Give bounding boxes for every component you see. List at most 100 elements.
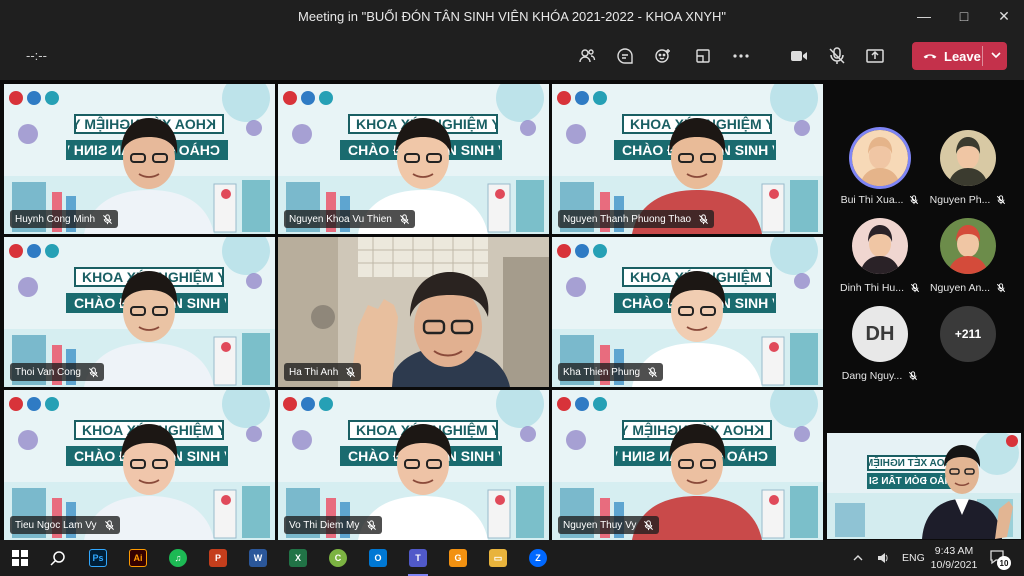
meeting-timer: --:-- — [26, 48, 47, 63]
outlook-icon[interactable]: O — [366, 546, 390, 570]
avatar-initials: DH — [852, 306, 908, 362]
leave-divider — [982, 46, 983, 66]
tray-chevron-icon[interactable] — [852, 540, 864, 576]
participant-name: Ha Thi Anh — [289, 366, 339, 378]
close-icon[interactable]: ✕ — [984, 0, 1024, 32]
avatar — [940, 218, 996, 274]
leave-button[interactable]: Leave — [912, 42, 1007, 70]
windows-taskbar: Ps Ai ♫ P W X C O T G ▭ Z ENG 9:43 AM 10/9/2021 10 — [0, 540, 1024, 576]
self-view: KHOA XÉT NGHIỆM Y HỌC CHÀO ĐÓN TÂN SINH … — [827, 433, 1021, 539]
roster-participant[interactable]: Nguyen An... — [928, 218, 1008, 294]
participant-name-tag: Nguyen Thanh Phuong Thao — [558, 210, 715, 228]
mic-off-icon — [910, 195, 919, 205]
teams-icon[interactable]: T — [406, 546, 430, 576]
participant-name: Huynh Cong Minh — [15, 213, 96, 225]
coccoc-icon[interactable]: C — [326, 546, 350, 570]
participant-name-tag: Thoi Van Cong — [10, 363, 104, 381]
participant-name: Nguyen Thuy Vy — [563, 519, 637, 531]
mic-off-icon — [367, 519, 377, 530]
participant-name: Nguyen Khoa Vu Thien — [289, 213, 392, 225]
roster-name: Dang Nguy... — [841, 370, 903, 382]
roster-name-row: Bui Thi Xua... — [840, 194, 920, 206]
clock-date: 10/9/2021 — [930, 559, 978, 571]
reactions-icon[interactable] — [650, 44, 676, 68]
notification-count: 10 — [997, 556, 1011, 570]
roster-participant[interactable]: Bui Thi Xua... — [840, 130, 920, 206]
mic-off-icon — [996, 283, 1006, 293]
powerpoint-icon[interactable]: P — [206, 546, 230, 570]
mic-off-icon — [103, 213, 113, 224]
video-tile[interactable]: KHOA XÉT NGHIỆM Y HỌCCHÀO ĐÓN TÂN SINH V… — [4, 237, 275, 387]
mic-off-icon[interactable] — [824, 44, 850, 68]
chevron-down-icon[interactable] — [989, 48, 1003, 62]
mic-off-icon — [909, 371, 918, 381]
foxit-icon[interactable]: G — [446, 546, 470, 570]
video-tile[interactable]: KHOA XÉT NGHIỆM Y HỌCCHÀO ĐÓN TÂN SINH V… — [552, 84, 823, 234]
taskbar-clock[interactable]: 9:43 AM 10/9/2021 — [928, 544, 980, 572]
participant-name: Nguyen Thanh Phuong Thao — [563, 213, 692, 225]
participant-name: Tieu Ngoc Lam Vy — [15, 519, 97, 531]
mic-off-icon — [104, 519, 114, 530]
video-tile[interactable]: KHOA XÉT NGHIỆM Y HỌCCHÀO ĐÓN TÂN SINH V… — [4, 390, 275, 540]
illustrator-icon[interactable]: Ai — [126, 546, 150, 570]
video-tile[interactable]: KHOA XÉT NGHIỆM Y HỌCCHÀO ĐÓN TÂN SINH V… — [4, 84, 275, 234]
roster-participant[interactable]: DH Dang Nguy... — [840, 306, 920, 382]
video-tile[interactable]: KHOA XÉT NGHIỆM Y HỌCCHÀO ĐÓN TÂN SINH V… — [278, 390, 549, 540]
avatar — [940, 130, 996, 186]
mic-off-icon — [699, 213, 709, 224]
more-icon[interactable] — [728, 44, 754, 68]
participant-name: Thoi Van Cong — [15, 366, 81, 378]
roster-name: Bui Thi Xua... — [840, 194, 904, 206]
excel-icon[interactable]: X — [286, 546, 310, 570]
video-tile[interactable]: KHOA XÉT NGHIỆM Y HỌCCHÀO ĐÓN TÂN SINH V… — [552, 237, 823, 387]
participant-name: Kha Thien Phung — [563, 366, 641, 378]
roster-name: Nguyen An... — [929, 282, 991, 294]
mic-off-icon — [399, 213, 409, 224]
avatar — [852, 130, 908, 186]
mic-off-icon — [648, 366, 658, 377]
share-screen-icon[interactable] — [862, 44, 888, 68]
roster-name-row: Dang Nguy... — [840, 370, 920, 382]
clock-time: 9:43 AM — [934, 545, 974, 557]
notifications-icon[interactable]: 10 — [988, 548, 1011, 570]
chat-icon[interactable] — [612, 44, 638, 68]
mic-off-icon — [88, 366, 98, 377]
camera-icon[interactable] — [786, 44, 812, 68]
roster-name: Nguyen Ph... — [929, 194, 991, 206]
search-icon[interactable] — [46, 546, 70, 570]
video-tile[interactable]: KHOA XÉT NGHIỆM Y HỌCCHÀO ĐÓN TÂN SINH V… — [552, 390, 823, 540]
self-view-person — [922, 445, 1013, 539]
minimize-icon[interactable]: — — [904, 0, 944, 32]
video-stage: KHOA XÉT NGHIỆM Y HỌCCHÀO ĐÓN TÂN SINH V… — [0, 80, 1024, 540]
share-tray-icon[interactable] — [690, 44, 716, 68]
window-title: Meeting in "BUỔI ĐÓN TÂN SINH VIÊN KHÓA … — [297, 8, 727, 24]
title-bar: Meeting in "BUỔI ĐÓN TÂN SINH VIÊN KHÓA … — [0, 0, 1024, 32]
maximize-icon[interactable]: □ — [944, 0, 984, 32]
people-icon[interactable] — [574, 44, 600, 68]
hang-up-icon — [923, 54, 937, 59]
spotify-icon[interactable]: ♫ — [166, 546, 190, 570]
file-explorer-icon[interactable]: ▭ — [486, 546, 510, 570]
participant-name-tag: Vo Thi Diem My — [284, 516, 383, 534]
roster-participant[interactable]: Dinh Thi Hu... — [840, 218, 920, 294]
language-indicator[interactable]: ENG — [902, 540, 925, 576]
video-tile[interactable]: KHOA XÉT NGHIỆM Y HỌCCHÀO ĐÓN TÂN SINH V… — [278, 84, 549, 234]
window-controls: — □ ✕ — [904, 0, 1024, 32]
leave-label: Leave — [944, 48, 981, 64]
avatar — [852, 218, 908, 274]
word-icon[interactable]: W — [246, 546, 270, 570]
roster-name-row: Dinh Thi Hu... — [840, 282, 920, 294]
participant-video — [350, 272, 510, 387]
speaker-icon[interactable] — [876, 540, 890, 576]
more-participants-button[interactable]: +211 — [928, 306, 1008, 362]
roster-name: Dinh Thi Hu... — [840, 282, 904, 294]
roster-participant[interactable]: Nguyen Ph... — [928, 130, 1008, 206]
windows-start-icon[interactable] — [8, 546, 32, 570]
photoshop-icon[interactable]: Ps — [86, 546, 110, 570]
participant-name-tag: Kha Thien Phung — [558, 363, 664, 381]
participant-name-tag: Tieu Ngoc Lam Vy — [10, 516, 120, 534]
zalo-icon[interactable]: Z — [526, 546, 550, 570]
more-participants-count: +211 — [940, 306, 996, 362]
video-tile[interactable]: Ha Thi Anh — [278, 237, 549, 387]
roster-name-row: Nguyen Ph... — [928, 194, 1008, 206]
